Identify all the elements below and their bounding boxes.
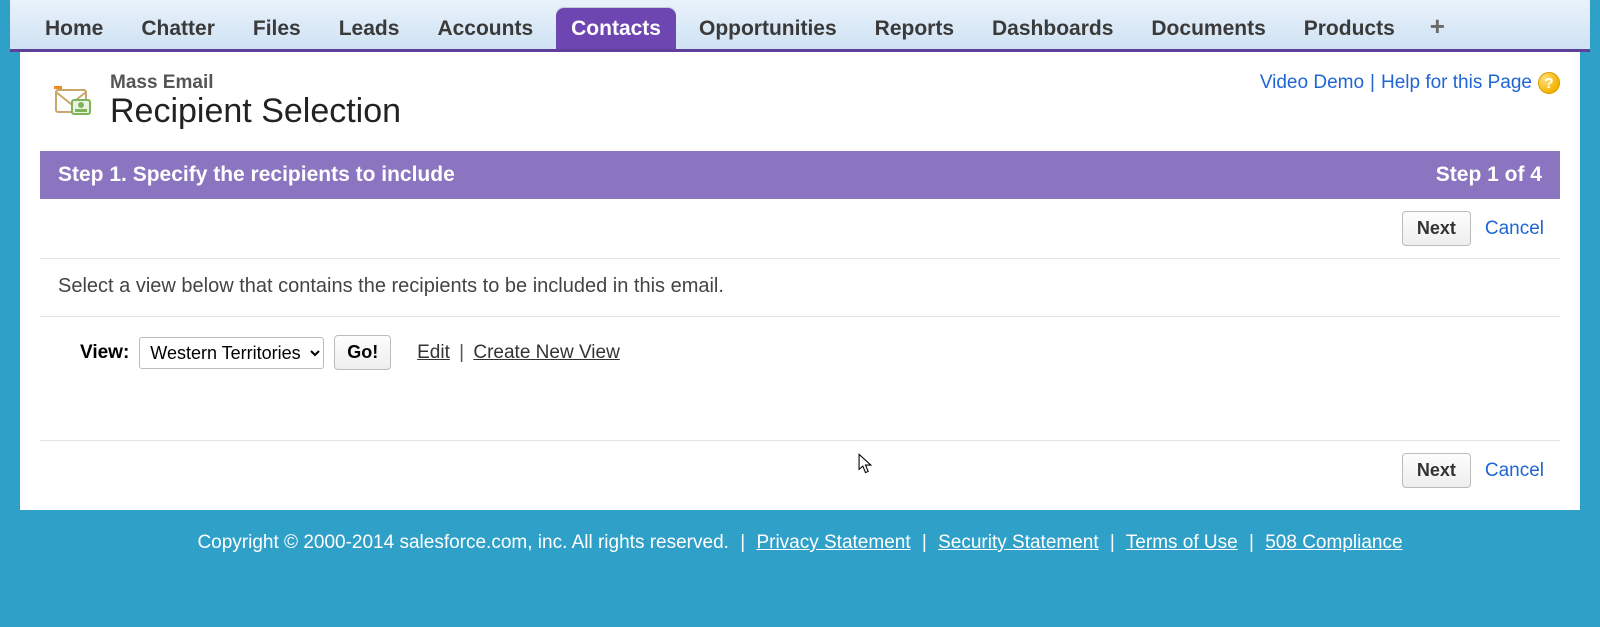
left-edge-tab-top [0,70,10,92]
tab-contacts[interactable]: Contacts [556,8,676,49]
page-header: Mass Email Recipient Selection Video Dem… [20,52,1580,151]
step-title: Step 1. Specify the recipients to includ… [58,163,455,187]
left-edge-tab-bottom [0,500,10,522]
action-row-bottom: Next Cancel [40,440,1560,500]
help-for-page-link[interactable]: Help for this Page [1381,72,1532,94]
separator: | [1370,72,1375,94]
mass-email-icon [52,80,96,124]
footer-privacy[interactable]: Privacy Statement [756,532,910,553]
view-row: View: Western Territories Go! Edit | Cre… [40,317,1560,440]
tab-add[interactable]: + [1418,7,1457,49]
tab-home[interactable]: Home [30,8,118,49]
page-subtitle: Mass Email [110,72,401,94]
footer-508[interactable]: 508 Compliance [1265,532,1402,553]
view-select[interactable]: Western Territories [139,337,324,369]
cancel-link-bottom[interactable]: Cancel [1485,460,1544,482]
step-counter: Step 1 of 4 [1436,163,1542,187]
cancel-link[interactable]: Cancel [1485,218,1544,240]
copyright-text: Copyright © 2000-2014 salesforce.com, in… [197,532,728,553]
tab-opportunities[interactable]: Opportunities [684,8,852,49]
next-button[interactable]: Next [1402,211,1471,246]
separator: | [459,342,464,363]
edit-view-link[interactable]: Edit [417,342,450,363]
tab-chatter[interactable]: Chatter [126,8,230,49]
help-icon[interactable]: ? [1538,72,1560,94]
view-label: View: [80,342,129,364]
page-title: Recipient Selection [110,92,401,131]
tab-reports[interactable]: Reports [860,8,969,49]
create-new-view-link[interactable]: Create New View [473,342,619,363]
tab-leads[interactable]: Leads [324,8,415,49]
instruction-text: Select a view below that contains the re… [40,259,1560,317]
footer-security[interactable]: Security Statement [938,532,1099,553]
tab-dashboards[interactable]: Dashboards [977,8,1128,49]
tab-files[interactable]: Files [238,8,316,49]
footer-terms[interactable]: Terms of Use [1126,532,1238,553]
tab-accounts[interactable]: Accounts [422,8,548,49]
help-links: Video Demo | Help for this Page ? [1260,72,1560,94]
footer: Copyright © 2000-2014 salesforce.com, in… [10,524,1590,554]
step-bar: Step 1. Specify the recipients to includ… [40,151,1560,199]
go-button[interactable]: Go! [334,335,391,370]
page-stage: Mass Email Recipient Selection Video Dem… [20,52,1580,510]
tab-documents[interactable]: Documents [1136,8,1280,49]
tab-bar: Home Chatter Files Leads Accounts Contac… [10,0,1590,52]
video-demo-link[interactable]: Video Demo [1260,72,1364,94]
tab-products[interactable]: Products [1289,8,1410,49]
next-button-bottom[interactable]: Next [1402,453,1471,488]
wizard-panel: Step 1. Specify the recipients to includ… [40,151,1560,500]
action-row-top: Next Cancel [40,199,1560,259]
